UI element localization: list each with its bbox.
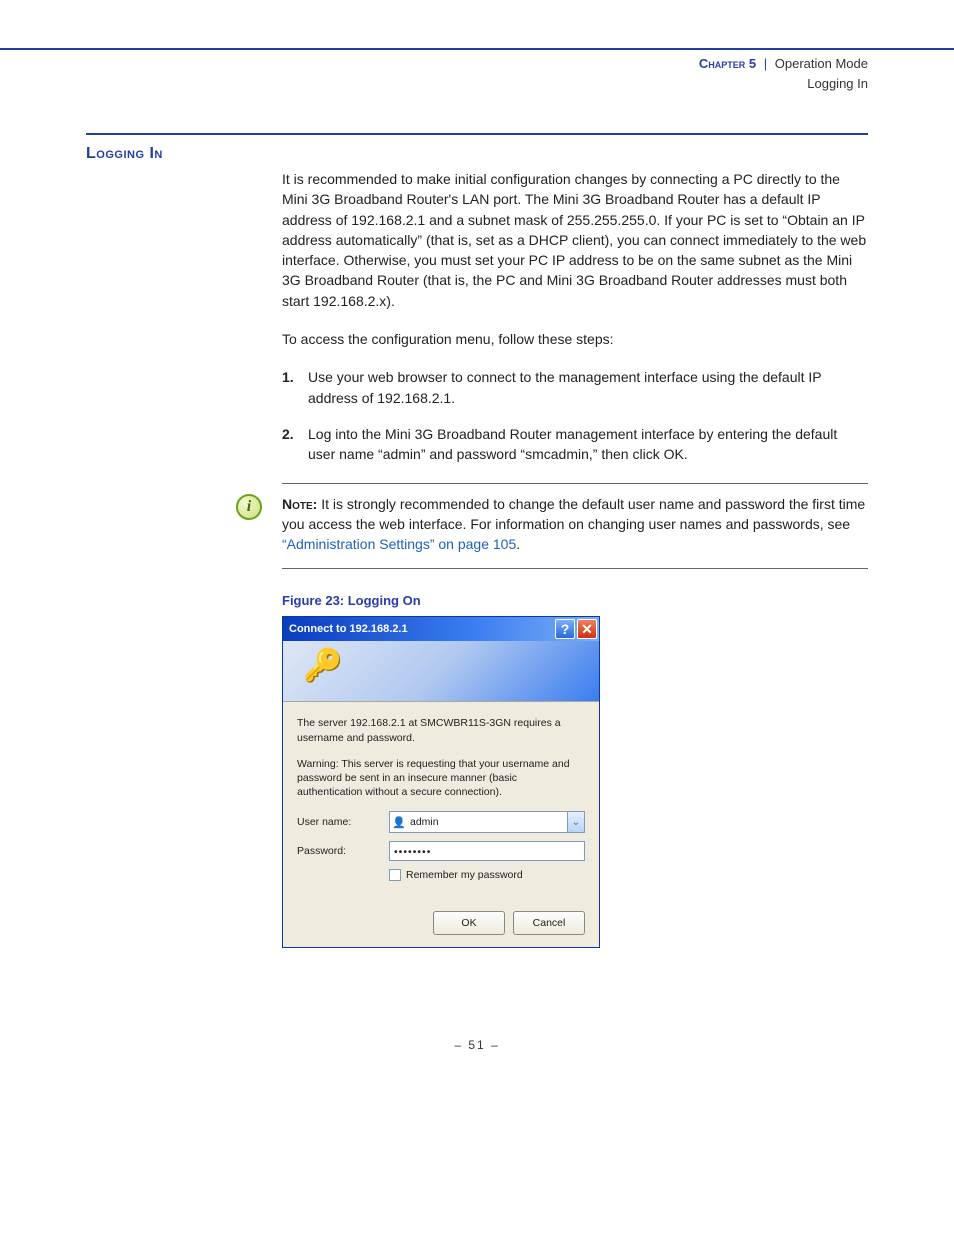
keys-icon: 🔑 bbox=[303, 649, 343, 681]
password-field[interactable]: •••••••• bbox=[389, 841, 585, 861]
password-label: Password: bbox=[297, 845, 389, 857]
dialog-banner: 🔑 bbox=[283, 641, 599, 701]
close-button[interactable]: ✕ bbox=[577, 619, 597, 639]
note-block: i Note: It is strongly recommended to ch… bbox=[282, 483, 868, 570]
chapter-label: Chapter 5 bbox=[699, 56, 756, 71]
note-link[interactable]: “Administration Settings” on page 105 bbox=[282, 536, 516, 552]
subsection-label: Logging In bbox=[807, 76, 868, 91]
help-button[interactable]: ? bbox=[555, 619, 575, 639]
header-separator: | bbox=[760, 56, 771, 71]
steps-intro: To access the configuration menu, follow… bbox=[282, 329, 868, 349]
username-value: admin bbox=[408, 816, 567, 828]
chevron-down-icon[interactable]: ⌄ bbox=[567, 812, 584, 832]
ok-button[interactable]: OK bbox=[433, 911, 505, 935]
step-number: 1. bbox=[282, 367, 308, 408]
note-label: Note: bbox=[282, 496, 317, 512]
dialog-message-1: The server 192.168.2.1 at SMCWBR11S-3GN … bbox=[297, 716, 585, 744]
username-label: User name: bbox=[297, 816, 389, 828]
remember-label: Remember my password bbox=[406, 869, 523, 881]
intro-paragraph: It is recommended to make initial config… bbox=[282, 169, 868, 311]
dialog-title-text: Connect to 192.168.2.1 bbox=[289, 623, 408, 635]
note-tail: . bbox=[516, 536, 520, 552]
page-header: Chapter 5 | Operation Mode Logging In bbox=[0, 48, 954, 93]
step-text: Log into the Mini 3G Broadband Router ma… bbox=[308, 424, 868, 465]
step-number: 2. bbox=[282, 424, 308, 465]
note-body: It is strongly recommended to change the… bbox=[282, 496, 865, 532]
step-text: Use your web browser to connect to the m… bbox=[308, 367, 868, 408]
info-icon: i bbox=[236, 494, 262, 520]
login-dialog: Connect to 192.168.2.1 ? ✕ 🔑 The server … bbox=[282, 616, 600, 948]
remember-checkbox[interactable] bbox=[389, 869, 401, 881]
dialog-message-2: Warning: This server is requesting that … bbox=[297, 757, 585, 800]
remember-row[interactable]: Remember my password bbox=[389, 869, 585, 881]
username-combo[interactable]: 👤 admin ⌄ bbox=[389, 811, 585, 833]
figure-caption: Figure 23: Logging On bbox=[282, 593, 868, 608]
page-number: – 51 – bbox=[0, 1038, 954, 1052]
section-title: Logging In bbox=[86, 133, 868, 163]
steps-list: 1. Use your web browser to connect to th… bbox=[282, 367, 868, 464]
dialog-titlebar: Connect to 192.168.2.1 ? ✕ bbox=[283, 617, 599, 641]
person-icon: 👤 bbox=[390, 816, 408, 829]
cancel-button[interactable]: Cancel bbox=[513, 911, 585, 935]
dialog-body: The server 192.168.2.1 at SMCWBR11S-3GN … bbox=[283, 701, 599, 947]
section-label: Operation Mode bbox=[775, 56, 868, 71]
note-text: Note: It is strongly recommended to chan… bbox=[282, 494, 868, 555]
